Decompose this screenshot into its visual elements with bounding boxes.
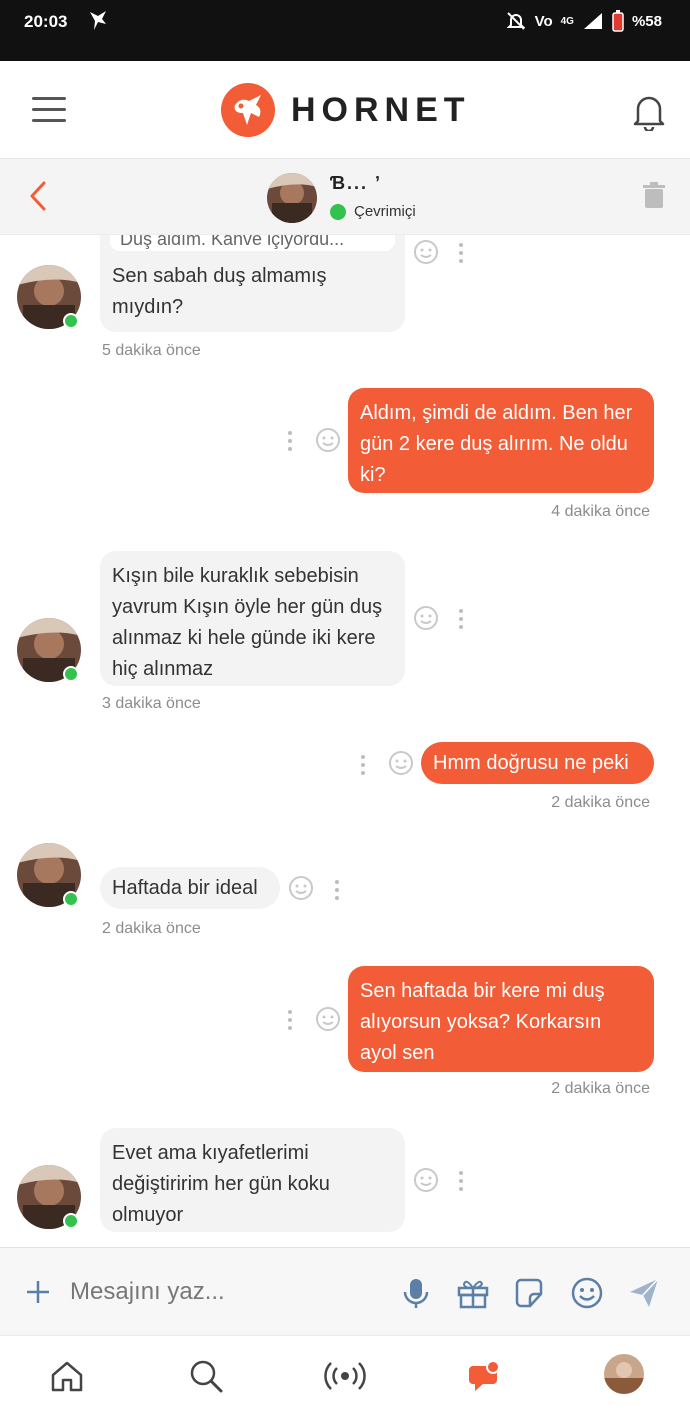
send-icon[interactable] (627, 1276, 661, 1310)
status-icons: Vo 4G %58 (505, 10, 662, 32)
sender-avatar[interactable] (17, 1165, 81, 1229)
sender-avatar[interactable] (17, 618, 81, 682)
signal-icon (583, 13, 602, 29)
bottom-navigation (0, 1335, 690, 1413)
sender-avatar[interactable] (17, 265, 81, 329)
more-icon[interactable] (458, 243, 464, 263)
online-indicator (63, 891, 79, 907)
message-text: Evet ama kıyafetlerimi değiştiririm her … (112, 1142, 330, 1226)
message-bubble-outgoing[interactable]: Sen haftada bir kere mi duş alıyorsun yo… (348, 966, 654, 1072)
message-text: Sen haftada bir kere mi duş alıyorsun yo… (360, 980, 605, 1064)
battery-level: %58 (631, 12, 662, 30)
app-header: HORNET (0, 61, 690, 159)
profile-avatar[interactable] (604, 1354, 644, 1394)
message-timestamp: 3 dakika önce (102, 695, 201, 712)
online-indicator (330, 203, 346, 220)
live-icon[interactable] (320, 1358, 370, 1394)
emoji-picker-icon[interactable] (570, 1276, 604, 1310)
message-input[interactable] (70, 1274, 370, 1310)
emoji-icon[interactable] (315, 1006, 341, 1032)
contact-status-text: Çevrimiçi (354, 203, 416, 220)
back-arrow-icon[interactable] (26, 179, 50, 213)
online-indicator (63, 313, 79, 329)
more-icon[interactable] (287, 1010, 293, 1030)
more-icon[interactable] (334, 880, 340, 900)
brand-name: HORNET (291, 90, 471, 129)
more-icon[interactable] (458, 1171, 464, 1191)
quoted-message: Duş aldım. Kahve içiyordu... (110, 235, 395, 251)
message-timestamp: 2 dakika önce (551, 794, 650, 811)
emoji-icon[interactable] (413, 605, 439, 631)
microphone-icon[interactable] (399, 1276, 433, 1310)
emoji-icon[interactable] (388, 750, 414, 776)
message-text: Kışın bile kuraklık sebebisin yavrum Kış… (112, 565, 383, 680)
message-timestamp: 4 dakika önce (551, 503, 650, 520)
sticker-icon[interactable] (512, 1276, 546, 1310)
message-timestamp: 2 dakika önce (551, 1080, 650, 1097)
network-type: 4G (560, 15, 574, 27)
menu-icon (32, 97, 66, 100)
conversation-header: Ɓ... ʼ Çevrimiçi (0, 159, 690, 235)
status-bar: 20:03 Vo 4G %58 (0, 0, 690, 61)
message-composer (0, 1247, 690, 1335)
contact-status: Çevrimiçi (330, 203, 416, 220)
emoji-icon[interactable] (288, 875, 314, 901)
message-text: Aldım, şimdi de aldım. Ben her gün 2 ker… (360, 402, 633, 486)
message-text: Sen sabah duş almamış mıydın? (112, 265, 327, 318)
online-indicator (63, 666, 79, 682)
gift-icon[interactable] (456, 1276, 490, 1310)
message-bubble-incoming[interactable]: Kışın bile kuraklık sebebisin yavrum Kış… (100, 551, 405, 686)
message-bubble-outgoing[interactable]: Aldım, şimdi de aldım. Ben her gün 2 ker… (348, 388, 654, 493)
contact-avatar[interactable] (267, 173, 317, 223)
notifications-bell-icon[interactable] (632, 91, 666, 131)
emoji-icon[interactable] (315, 427, 341, 453)
message-bubble-incoming[interactable]: Haftada bir ideal (100, 867, 280, 909)
more-icon[interactable] (360, 755, 366, 775)
message-timestamp: 5 dakika önce (102, 342, 201, 359)
sender-avatar[interactable] (17, 843, 81, 907)
message-list[interactable]: Duş aldım. Kahve içiyordu... Sen sabah d… (0, 235, 690, 1247)
message-text: Hmm doğrusu ne peki (433, 752, 629, 774)
emoji-icon[interactable] (413, 1167, 439, 1193)
menu-button[interactable] (32, 97, 66, 123)
mute-icon (506, 12, 525, 30)
emoji-icon[interactable] (413, 239, 439, 265)
more-icon[interactable] (287, 431, 293, 451)
message-timestamp: 2 dakika önce (102, 920, 201, 937)
home-icon[interactable] (49, 1358, 85, 1394)
contact-name: Ɓ... ʼ (330, 173, 383, 193)
hornet-notification-icon (90, 11, 106, 30)
message-bubble-incoming[interactable]: Evet ama kıyafetlerimi değiştiririm her … (100, 1128, 405, 1232)
status-time: 20:03 (24, 12, 68, 31)
battery-icon (612, 10, 624, 32)
chat-icon[interactable] (467, 1358, 503, 1394)
search-icon[interactable] (188, 1358, 224, 1394)
message-text: Haftada bir ideal (112, 877, 258, 899)
plus-icon[interactable] (26, 1280, 50, 1304)
online-indicator (63, 1213, 79, 1229)
volte-icon: Vo (534, 12, 553, 30)
hornet-logo-icon (221, 83, 275, 137)
trash-icon[interactable] (642, 181, 666, 209)
message-bubble-incoming[interactable]: Duş aldım. Kahve içiyordu... Sen sabah d… (100, 235, 405, 332)
brand-logo: HORNET (221, 83, 471, 137)
more-icon[interactable] (458, 609, 464, 629)
message-bubble-outgoing[interactable]: Hmm doğrusu ne peki (421, 742, 654, 784)
